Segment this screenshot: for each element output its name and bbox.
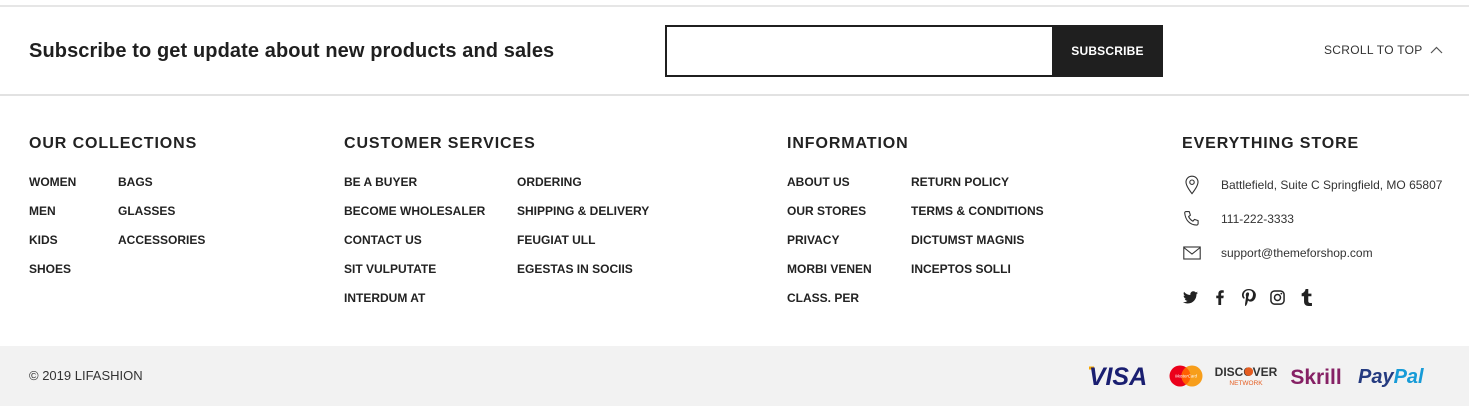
footer-link-contact-us[interactable]: CONTACT US bbox=[344, 233, 485, 262]
subscribe-form: SUBSCRIBE bbox=[665, 25, 1163, 77]
social-links bbox=[1182, 289, 1315, 306]
footer-link-become-wholesaler[interactable]: BECOME WHOLESALER bbox=[344, 204, 485, 233]
scroll-to-top-link[interactable]: SCROLL TO TOP bbox=[1324, 43, 1443, 57]
subscribe-bar: Subscribe to get update about new produc… bbox=[0, 7, 1469, 96]
information-column: INFORMATION ABOUT US OUR STORES PRIVACY … bbox=[787, 135, 1044, 305]
footer-link-feugiat-ull[interactable]: FEUGIAT ULL bbox=[517, 233, 649, 262]
discover-logo: DISCOVER NETWORK bbox=[1214, 363, 1278, 389]
footer-link-kids[interactable]: KIDS bbox=[29, 233, 76, 262]
footer-link-inceptos-solli[interactable]: INCEPTOS SOLLI bbox=[911, 262, 1044, 291]
footer-link-glasses[interactable]: GLASSES bbox=[118, 204, 205, 233]
svg-text:VISA: VISA bbox=[1089, 363, 1147, 389]
pinterest-icon[interactable] bbox=[1240, 289, 1257, 306]
svg-text:MasterCard: MasterCard bbox=[1175, 374, 1198, 379]
collections-links-1: WOMEN MEN KIDS SHOES bbox=[29, 175, 76, 291]
twitter-icon[interactable] bbox=[1182, 289, 1199, 306]
information-title: INFORMATION bbox=[787, 135, 909, 152]
customer-services-title: CUSTOMER SERVICES bbox=[344, 135, 536, 152]
footer-link-accessories[interactable]: ACCESSORIES bbox=[118, 233, 205, 262]
chevron-up-icon bbox=[1430, 46, 1443, 54]
tumblr-icon[interactable] bbox=[1298, 289, 1315, 306]
skrill-logo: Skrill bbox=[1288, 363, 1344, 389]
facebook-icon[interactable] bbox=[1211, 289, 1228, 306]
footer-link-our-stores[interactable]: OUR STORES bbox=[787, 204, 872, 233]
footer-link-women[interactable]: WOMEN bbox=[29, 175, 76, 204]
footer-bottom-bar: © 2019 LIFASHION VISA MasterCard DISCOVE… bbox=[0, 346, 1469, 406]
footer-link-shipping-delivery[interactable]: SHIPPING & DELIVERY bbox=[517, 204, 649, 233]
collections-links-2: BAGS GLASSES ACCESSORIES bbox=[118, 175, 205, 262]
footer-link-ordering[interactable]: ORDERING bbox=[517, 175, 649, 204]
copyright-text: © 2019 LIFASHION bbox=[29, 368, 143, 383]
footer-link-sit-vulputate[interactable]: SIT VULPUTATE bbox=[344, 262, 485, 291]
svg-text:PayPal: PayPal bbox=[1358, 366, 1424, 388]
phone-icon bbox=[1182, 209, 1202, 229]
email-text[interactable]: support@themeforshop.com bbox=[1221, 246, 1373, 260]
paypal-logo: PayPal bbox=[1356, 363, 1436, 389]
store-address: Battlefield, Suite C Springfield, MO 658… bbox=[1182, 175, 1442, 195]
footer-link-bags[interactable]: BAGS bbox=[118, 175, 205, 204]
information-links-1: ABOUT US OUR STORES PRIVACY MORBI VENEN … bbox=[787, 175, 872, 320]
customer-services-links-1: BE A BUYER BECOME WHOLESALER CONTACT US … bbox=[344, 175, 485, 320]
store-info-column: EVERYTHING STORE Battlefield, Suite C Sp… bbox=[1182, 135, 1462, 310]
footer-link-return-policy[interactable]: RETURN POLICY bbox=[911, 175, 1044, 204]
store-info-title: EVERYTHING STORE bbox=[1182, 135, 1360, 152]
instagram-icon[interactable] bbox=[1269, 289, 1286, 306]
customer-services-column: CUSTOMER SERVICES BE A BUYER BECOME WHOL… bbox=[344, 135, 649, 305]
store-email: support@themeforshop.com bbox=[1182, 243, 1373, 263]
footer-link-about-us[interactable]: ABOUT US bbox=[787, 175, 872, 204]
information-links-2: RETURN POLICY TERMS & CONDITIONS DICTUMS… bbox=[911, 175, 1044, 291]
scroll-to-top-label: SCROLL TO TOP bbox=[1324, 43, 1423, 57]
footer-link-interdum-at[interactable]: INTERDUM AT bbox=[344, 291, 485, 320]
visa-logo: VISA bbox=[1084, 363, 1152, 389]
footer-link-shoes[interactable]: SHOES bbox=[29, 262, 76, 291]
newsletter-email-input[interactable] bbox=[665, 25, 1052, 77]
collections-title: OUR COLLECTIONS bbox=[29, 135, 198, 152]
footer-link-egestas-in-sociis[interactable]: EGESTAS IN SOCIIS bbox=[517, 262, 649, 291]
footer-link-terms-conditions[interactable]: TERMS & CONDITIONS bbox=[911, 204, 1044, 233]
mastercard-logo: MasterCard bbox=[1164, 365, 1208, 387]
subscribe-title: Subscribe to get update about new produc… bbox=[29, 40, 555, 62]
footer-link-dictumst-magnis[interactable]: DICTUMST MAGNIS bbox=[911, 233, 1044, 262]
footer-link-class-per[interactable]: CLASS. PER bbox=[787, 291, 872, 320]
address-text: Battlefield, Suite C Springfield, MO 658… bbox=[1221, 178, 1443, 192]
customer-services-links-2: ORDERING SHIPPING & DELIVERY FEUGIAT ULL… bbox=[517, 175, 649, 291]
subscribe-button[interactable]: SUBSCRIBE bbox=[1052, 25, 1163, 77]
payment-methods: VISA MasterCard DISCOVER NETWORK Skrill bbox=[1084, 362, 1436, 390]
envelope-icon bbox=[1182, 243, 1202, 263]
map-pin-icon bbox=[1182, 175, 1202, 195]
footer-link-men[interactable]: MEN bbox=[29, 204, 76, 233]
store-phone: 111-222-3333 bbox=[1182, 209, 1294, 229]
collections-column: OUR COLLECTIONS WOMEN MEN KIDS SHOES BAG… bbox=[29, 135, 205, 276]
footer-link-morbi-venen[interactable]: MORBI VENEN bbox=[787, 262, 872, 291]
svg-text:NETWORK: NETWORK bbox=[1229, 380, 1263, 387]
footer-link-be-a-buyer[interactable]: BE A BUYER bbox=[344, 175, 485, 204]
phone-text[interactable]: 111-222-3333 bbox=[1221, 212, 1294, 226]
svg-text:Skrill: Skrill bbox=[1290, 366, 1341, 389]
footer-link-privacy[interactable]: PRIVACY bbox=[787, 233, 872, 262]
